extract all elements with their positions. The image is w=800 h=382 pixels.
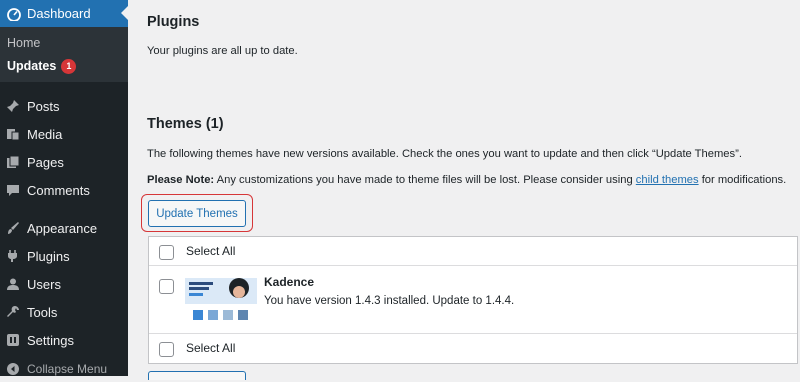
theme-checkbox-kadence[interactable] bbox=[159, 279, 174, 294]
current-menu-arrow bbox=[121, 6, 128, 20]
select-all-row-bottom: Select All bbox=[149, 334, 797, 363]
media-icon bbox=[5, 126, 21, 142]
themes-note: Please Note: Any customizations you have… bbox=[147, 174, 786, 186]
submenu-updates[interactable]: Updates 1 bbox=[7, 59, 77, 74]
select-all-row-top: Select All bbox=[149, 237, 797, 266]
plugins-heading: Plugins bbox=[147, 14, 200, 30]
themes-info: The following themes have new versions a… bbox=[147, 148, 742, 160]
menu-posts[interactable]: Posts bbox=[0, 93, 128, 119]
menu-pages[interactable]: Pages bbox=[0, 149, 128, 175]
select-all-label-bottom: Select All bbox=[186, 341, 236, 355]
plug-icon bbox=[5, 248, 21, 264]
theme-screenshot-thumbnail bbox=[185, 274, 257, 328]
plugins-status: Your plugins are all up to date. bbox=[147, 45, 298, 57]
menu-posts-label: Posts bbox=[27, 98, 60, 114]
note-text: Any customizations you have made to them… bbox=[214, 174, 636, 186]
settings-icon bbox=[5, 332, 21, 348]
submenu-home[interactable]: Home bbox=[7, 36, 40, 50]
wrench-icon bbox=[5, 304, 21, 320]
update-themes-button[interactable]: Update Themes bbox=[148, 200, 246, 227]
submenu-updates-label: Updates bbox=[7, 59, 57, 73]
comment-icon bbox=[5, 182, 21, 198]
themes-table: Select All Kadence You have version 1.4.… bbox=[148, 236, 798, 364]
menu-media-label: Media bbox=[27, 126, 63, 142]
menu-appearance-label: Appearance bbox=[27, 220, 98, 236]
menu-tools[interactable]: Tools bbox=[0, 299, 128, 325]
themes-heading: Themes (1) bbox=[147, 116, 224, 132]
select-all-checkbox-bottom[interactable] bbox=[159, 342, 174, 357]
dashboard-icon bbox=[7, 7, 21, 21]
collapse-menu-button[interactable]: Collapse Menu bbox=[0, 356, 128, 382]
menu-users[interactable]: Users bbox=[0, 271, 128, 297]
updates-count-badge: 1 bbox=[61, 59, 77, 74]
select-all-label-top: Select All bbox=[186, 244, 236, 258]
menu-media[interactable]: Media bbox=[0, 121, 128, 147]
theme-name: Kadence bbox=[264, 275, 315, 289]
brush-icon bbox=[5, 220, 21, 236]
pages-icon bbox=[5, 154, 21, 170]
pin-icon bbox=[5, 98, 21, 114]
menu-pages-label: Pages bbox=[27, 154, 64, 170]
collapse-icon bbox=[5, 361, 21, 377]
theme-row-kadence: Kadence You have version 1.4.3 installed… bbox=[149, 266, 797, 334]
admin-sidebar: Dashboard Home Updates 1 Posts Media Page… bbox=[0, 0, 128, 376]
menu-plugins[interactable]: Plugins bbox=[0, 243, 128, 269]
child-themes-link[interactable]: child themes bbox=[636, 174, 699, 186]
menu-tools-label: Tools bbox=[27, 304, 58, 320]
dashboard-submenu: Home Updates 1 bbox=[0, 27, 128, 82]
highlight-outline: Update Themes bbox=[141, 194, 253, 232]
menu-dashboard-label: Dashboard bbox=[27, 6, 91, 21]
menu-users-label: Users bbox=[27, 276, 61, 292]
menu-dashboard[interactable]: Dashboard bbox=[0, 0, 128, 27]
theme-version-info: You have version 1.4.3 installed. Update… bbox=[264, 295, 515, 307]
select-all-checkbox-top[interactable] bbox=[159, 245, 174, 260]
menu-settings[interactable]: Settings bbox=[0, 327, 128, 353]
note-end: for modifications. bbox=[698, 174, 787, 186]
menu-settings-label: Settings bbox=[27, 332, 74, 348]
collapse-menu-label: Collapse Menu bbox=[27, 362, 108, 376]
menu-comments-label: Comments bbox=[27, 182, 90, 198]
main-content: Plugins Your plugins are all up to date.… bbox=[128, 0, 800, 380]
menu-plugins-label: Plugins bbox=[27, 248, 70, 264]
menu-appearance[interactable]: Appearance bbox=[0, 215, 128, 241]
menu-comments[interactable]: Comments bbox=[0, 177, 128, 203]
user-icon bbox=[5, 276, 21, 292]
note-label: Please Note: bbox=[147, 174, 215, 186]
